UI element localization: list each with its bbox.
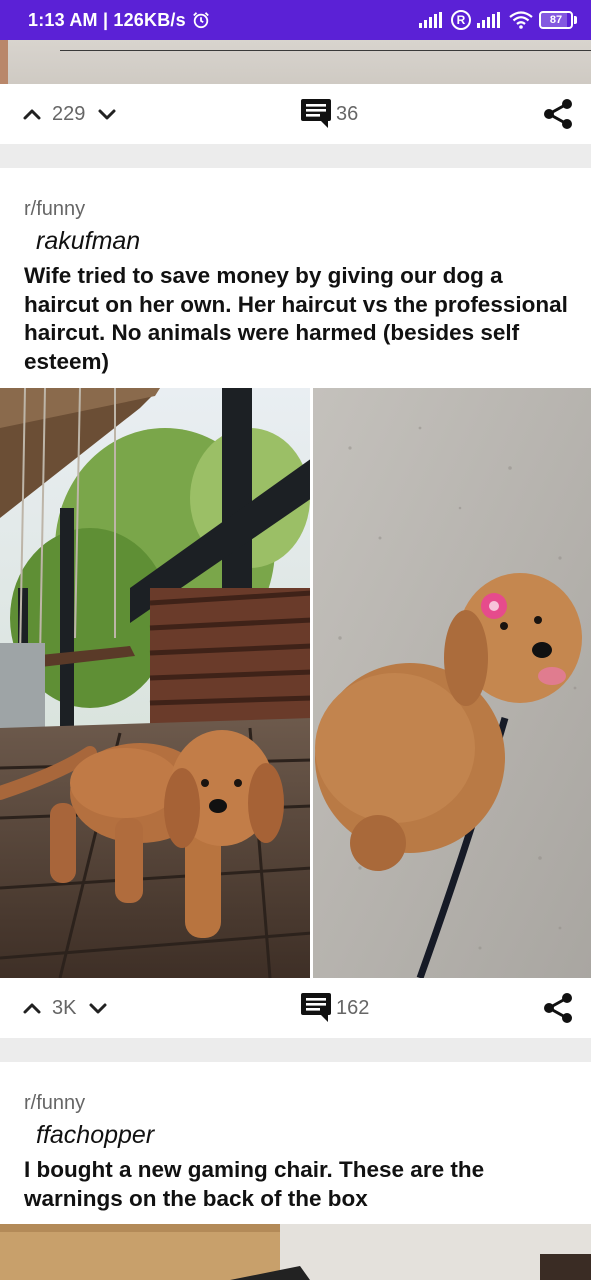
gaming-chair-box-photo [0,1224,591,1280]
post-author[interactable]: ffachopper [36,1121,154,1150]
subreddit-link[interactable]: r/funny [24,1092,85,1115]
upvote-icon[interactable] [22,104,42,124]
comment-count: 162 [336,996,370,1019]
post-action-bar: 229 36 [0,84,591,144]
comment-icon [301,99,331,128]
downvote-icon[interactable] [88,998,108,1018]
post-image[interactable] [0,388,591,978]
vote-group: 229 [22,103,117,126]
post-image[interactable] [0,1224,591,1280]
comment-icon [301,993,331,1022]
battery-icon: 87 [539,11,577,29]
signal-icon [419,12,442,28]
post-title[interactable]: Wife tried to save money by giving our d… [24,262,569,376]
post-title[interactable]: I bought a new gaming chair. These are t… [24,1156,569,1213]
downvote-icon[interactable] [97,104,117,124]
comments-button[interactable]: 162 [300,993,369,1023]
share-icon[interactable] [543,98,573,130]
post-card[interactable]: r/funny ffachopper I bought a new gaming… [0,1062,591,1224]
vote-group: 3K [22,997,108,1020]
roaming-r-icon: R [451,10,471,30]
vote-count: 3K [52,996,77,1019]
battery-level: 87 [549,14,563,26]
status-time: 1:13 AM | 126KB/s [28,9,186,30]
comment-count: 36 [336,102,359,125]
post-action-bar: 3K 162 [0,978,591,1038]
dog-haircut-photo [0,388,591,978]
share-icon[interactable] [543,992,573,1024]
post-author[interactable]: rakufman [36,227,140,256]
wifi-icon [509,11,533,29]
previous-post-image[interactable] [0,40,591,84]
status-bar: 1:13 AM | 126KB/s R 87 [0,0,591,40]
upvote-icon[interactable] [22,998,42,1018]
comments-button[interactable]: 36 [300,99,358,129]
signal-icon [477,12,500,28]
alarm-icon [193,12,209,29]
vote-count: 229 [52,102,86,125]
subreddit-link[interactable]: r/funny [24,198,85,221]
post-card[interactable]: r/funny rakufman Wife tried to save mone… [0,168,591,388]
